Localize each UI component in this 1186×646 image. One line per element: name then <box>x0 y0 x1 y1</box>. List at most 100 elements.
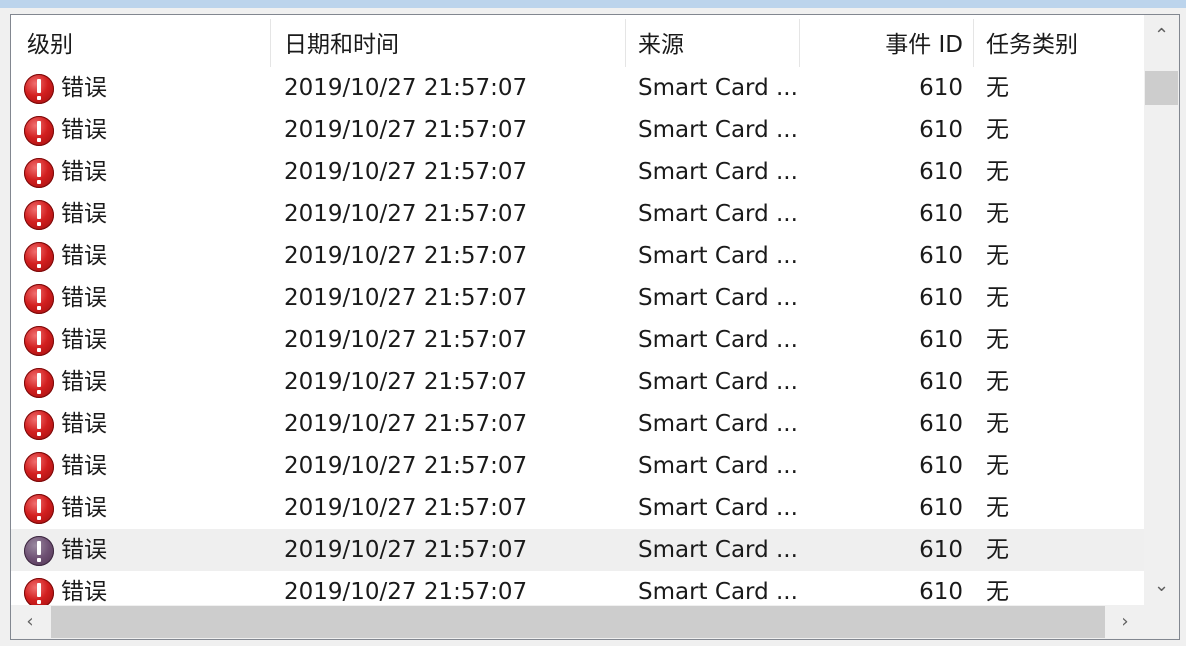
column-header-datetime[interactable]: 日期和时间 <box>284 15 624 67</box>
cell-datetime: 2019/10/27 21:57:07 <box>284 75 528 101</box>
table-row[interactable]: 错误 2019/10/27 21:57:07 Smart Card ... 610 无 <box>11 403 1144 445</box>
error-icon <box>24 326 54 356</box>
error-icon <box>24 158 54 188</box>
cell-datetime: 2019/10/27 21:57:07 <box>284 327 528 353</box>
cell-task-category: 无 <box>986 243 1009 269</box>
error-icon <box>24 368 54 398</box>
column-divider[interactable] <box>973 19 974 67</box>
scrollbar-corner <box>1144 605 1179 639</box>
cell-datetime: 2019/10/27 21:57:07 <box>284 579 528 605</box>
cell-level: 错误 <box>61 495 107 521</box>
cell-event-id: 610 <box>919 75 963 101</box>
table-row[interactable]: 错误 2019/10/27 21:57:07 Smart Card ... 610 无 <box>11 361 1144 403</box>
window-top-edge <box>0 0 1186 8</box>
vertical-scroll-thumb[interactable] <box>1145 71 1178 105</box>
error-icon <box>24 74 54 104</box>
cell-source: Smart Card ... <box>638 411 798 437</box>
cell-event-id: 610 <box>919 117 963 143</box>
table-row[interactable]: 错误 2019/10/27 21:57:07 Smart Card ... 610 无 <box>11 571 1144 605</box>
cell-task-category: 无 <box>986 453 1009 479</box>
cell-level: 错误 <box>61 201 107 227</box>
cell-source: Smart Card ... <box>638 495 798 521</box>
cell-event-id: 610 <box>919 579 963 605</box>
error-icon <box>24 410 54 440</box>
cell-task-category: 无 <box>986 159 1009 185</box>
column-header-row: 级别 日期和时间 来源 事件 ID 任务类别 <box>11 15 1144 67</box>
column-divider[interactable] <box>625 19 626 67</box>
cell-datetime: 2019/10/27 21:57:07 <box>284 159 528 185</box>
cell-task-category: 无 <box>986 369 1009 395</box>
table-row[interactable]: 错误 2019/10/27 21:57:07 Smart Card ... 610 无 <box>11 319 1144 361</box>
chevron-right-icon[interactable]: › <box>1106 605 1144 639</box>
cell-task-category: 无 <box>986 117 1009 143</box>
column-header-level[interactable]: 级别 <box>27 15 271 67</box>
chevron-down-icon[interactable]: ⌄ <box>1144 571 1179 601</box>
cell-event-id: 610 <box>919 201 963 227</box>
table-row[interactable]: 错误 2019/10/27 21:57:07 Smart Card ... 610 无 <box>11 277 1144 319</box>
table-row[interactable]: 错误 2019/10/27 21:57:07 Smart Card ... 610 无 <box>11 487 1144 529</box>
cell-event-id: 610 <box>919 537 963 563</box>
column-header-source[interactable]: 来源 <box>638 15 798 67</box>
table-row[interactable]: 错误 2019/10/27 21:57:07 Smart Card ... 610 无 <box>11 529 1144 571</box>
cell-task-category: 无 <box>986 411 1009 437</box>
table-row[interactable]: 错误 2019/10/27 21:57:07 Smart Card ... 610 无 <box>11 235 1144 277</box>
cell-source: Smart Card ... <box>638 369 798 395</box>
column-header-event-id[interactable]: 事件 ID <box>801 15 963 67</box>
error-icon <box>24 494 54 524</box>
cell-event-id: 610 <box>919 243 963 269</box>
cell-event-id: 610 <box>919 159 963 185</box>
cell-task-category: 无 <box>986 201 1009 227</box>
chevron-up-icon[interactable]: ⌃ <box>1144 21 1179 51</box>
table-row[interactable]: 错误 2019/10/27 21:57:07 Smart Card ... 610 无 <box>11 67 1144 109</box>
cell-source: Smart Card ... <box>638 201 798 227</box>
cell-source: Smart Card ... <box>638 75 798 101</box>
horizontal-scrollbar[interactable]: ‹ › <box>11 605 1144 639</box>
column-divider[interactable] <box>799 19 800 67</box>
cell-level: 错误 <box>61 285 107 311</box>
event-rows: 错误 2019/10/27 21:57:07 Smart Card ... 610 无错… <box>11 67 1144 605</box>
cell-datetime: 2019/10/27 21:57:07 <box>284 453 528 479</box>
table-row[interactable]: 错误 2019/10/27 21:57:07 Smart Card ... 610 无 <box>11 109 1144 151</box>
table-row[interactable]: 错误 2019/10/27 21:57:07 Smart Card ... 610 无 <box>11 151 1144 193</box>
error-icon <box>24 578 54 605</box>
cell-task-category: 无 <box>986 495 1009 521</box>
cell-level: 错误 <box>61 411 107 437</box>
cell-level: 错误 <box>61 75 107 101</box>
cell-source: Smart Card ... <box>638 243 798 269</box>
cell-level: 错误 <box>61 369 107 395</box>
cell-event-id: 610 <box>919 411 963 437</box>
chevron-left-icon[interactable]: ‹ <box>11 605 49 639</box>
event-list-view[interactable]: 级别 日期和时间 来源 事件 ID 任务类别 错误 2019/10/27 21:5… <box>10 14 1180 640</box>
cell-level: 错误 <box>61 327 107 353</box>
cell-level: 错误 <box>61 117 107 143</box>
horizontal-scroll-thumb[interactable] <box>51 606 1105 638</box>
cell-source: Smart Card ... <box>638 117 798 143</box>
error-icon <box>24 116 54 146</box>
cell-event-id: 610 <box>919 285 963 311</box>
column-divider[interactable] <box>270 19 271 67</box>
error-icon <box>24 284 54 314</box>
cell-level: 错误 <box>61 579 107 605</box>
cell-source: Smart Card ... <box>638 285 798 311</box>
vertical-scrollbar[interactable]: ⌃ ⌄ <box>1144 15 1179 605</box>
table-row[interactable]: 错误 2019/10/27 21:57:07 Smart Card ... 610 无 <box>11 193 1144 235</box>
cell-task-category: 无 <box>986 75 1009 101</box>
cell-source: Smart Card ... <box>638 327 798 353</box>
cell-datetime: 2019/10/27 21:57:07 <box>284 495 528 521</box>
cell-datetime: 2019/10/27 21:57:07 <box>284 369 528 395</box>
cell-task-category: 无 <box>986 579 1009 605</box>
error-icon <box>24 242 54 272</box>
column-header-task-category[interactable]: 任务类别 <box>986 15 1136 67</box>
cell-event-id: 610 <box>919 327 963 353</box>
cell-datetime: 2019/10/27 21:57:07 <box>284 537 528 563</box>
cell-event-id: 610 <box>919 369 963 395</box>
cell-datetime: 2019/10/27 21:57:07 <box>284 285 528 311</box>
cell-level: 错误 <box>61 159 107 185</box>
table-row[interactable]: 错误 2019/10/27 21:57:07 Smart Card ... 610 无 <box>11 445 1144 487</box>
cell-task-category: 无 <box>986 327 1009 353</box>
cell-datetime: 2019/10/27 21:57:07 <box>284 201 528 227</box>
cell-source: Smart Card ... <box>638 537 798 563</box>
cell-datetime: 2019/10/27 21:57:07 <box>284 117 528 143</box>
cell-event-id: 610 <box>919 453 963 479</box>
cell-level: 错误 <box>61 453 107 479</box>
